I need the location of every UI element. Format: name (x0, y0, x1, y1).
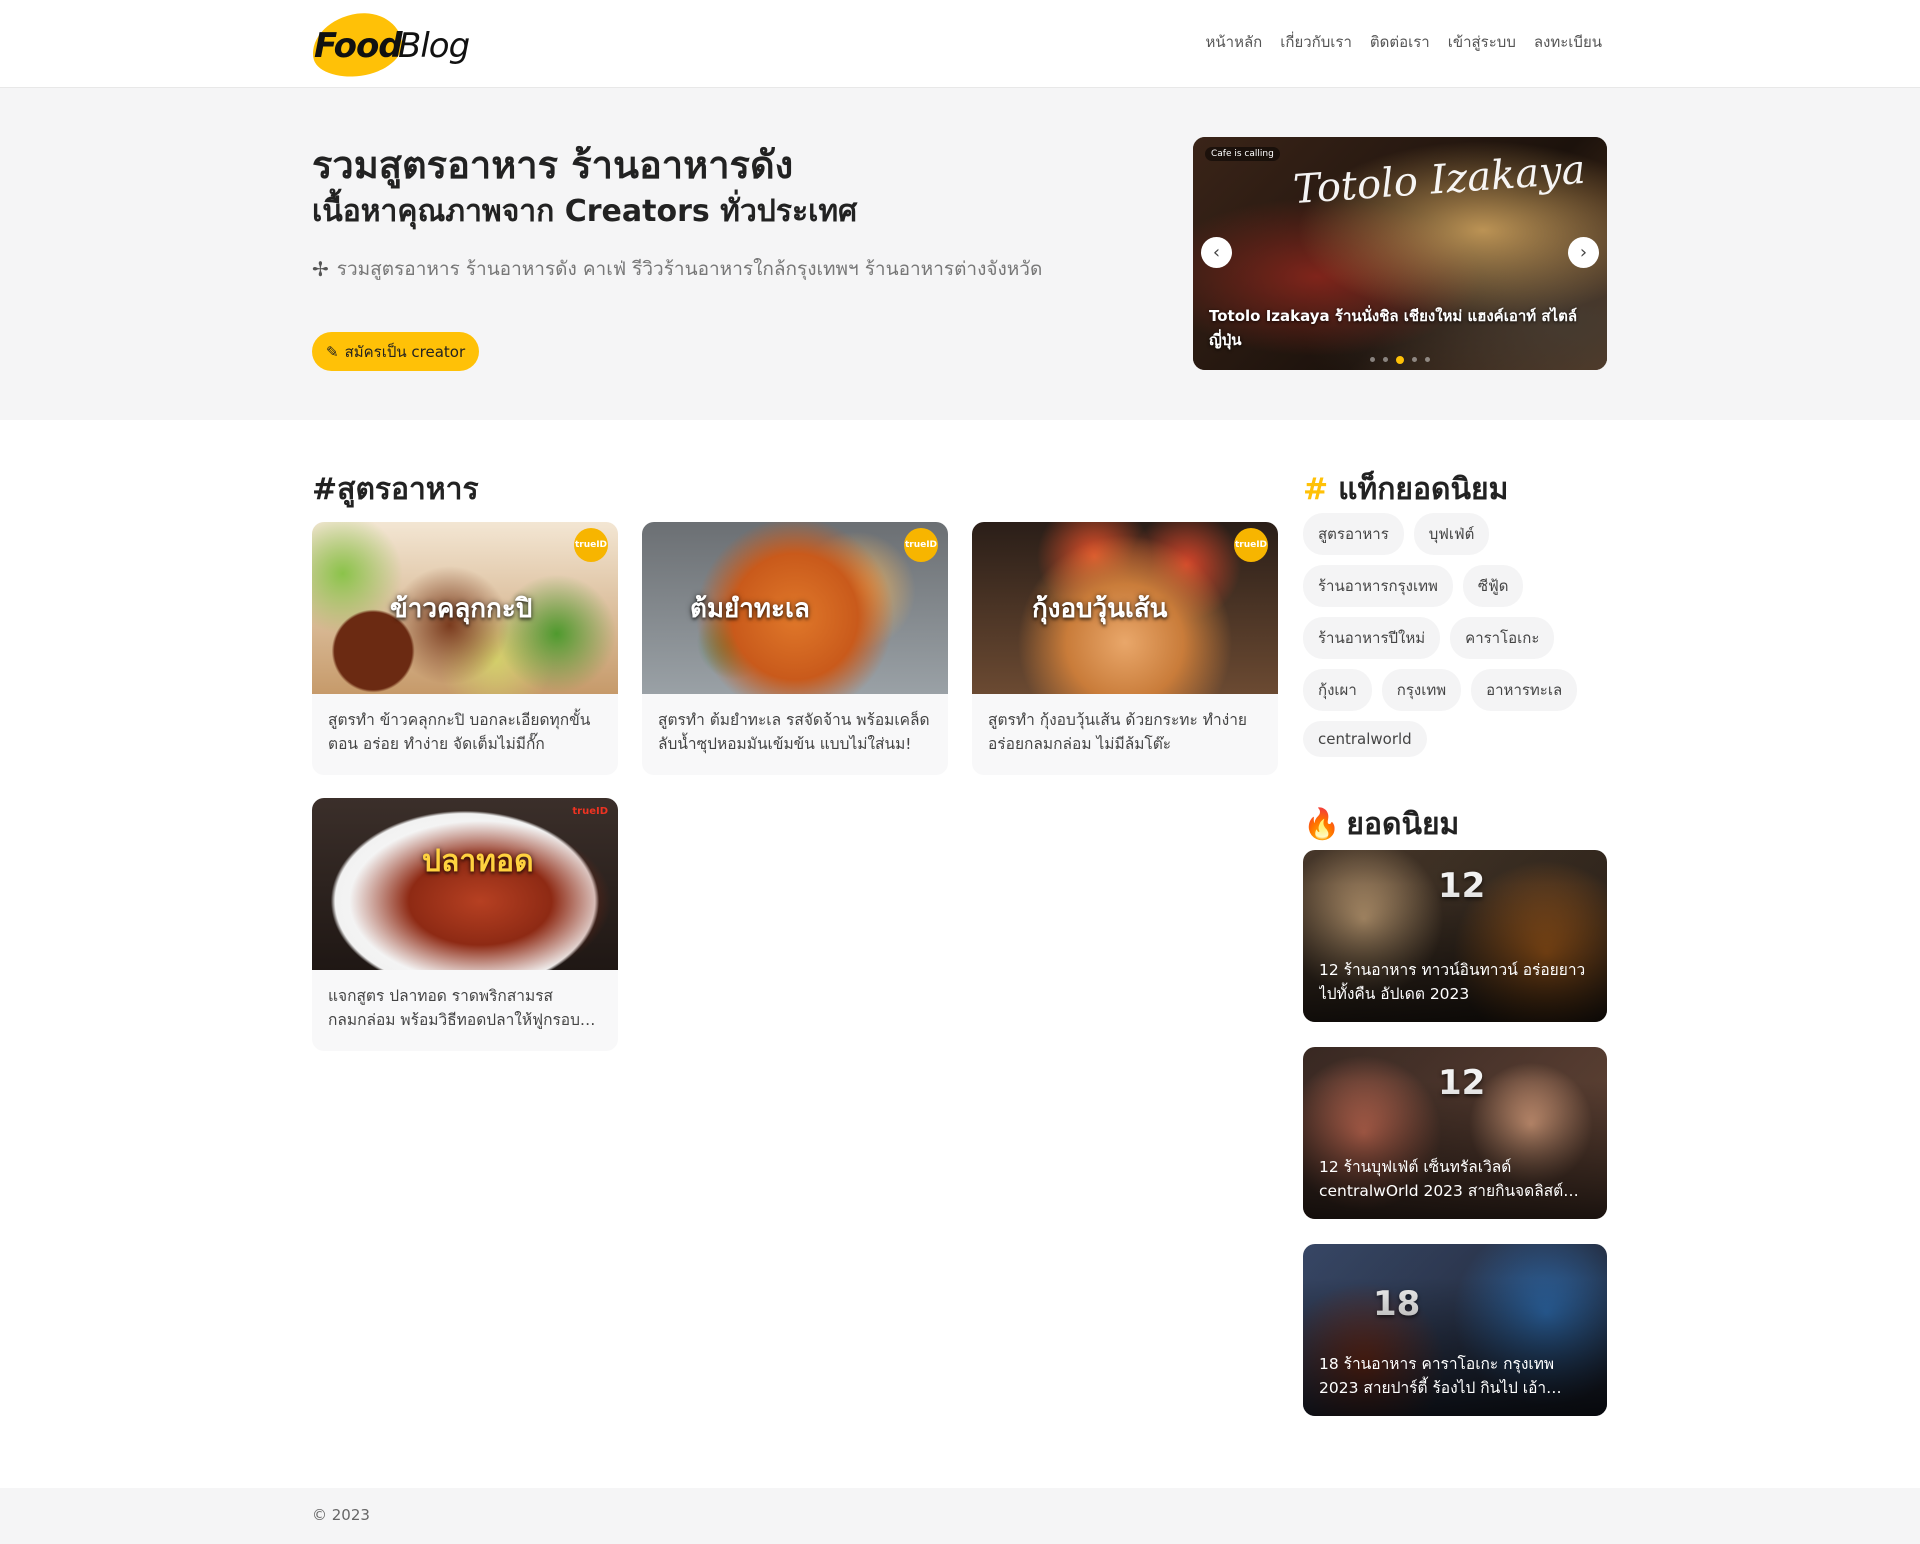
recipe-image-label: ข้าวคลุกกะปิ (390, 594, 533, 624)
recipes-section-title: #สูตรอาหาร (312, 472, 479, 507)
hero-description: ✢ รวมสูตรอาหาร ร้านอาหารดัง คาเฟ่ รีวิวร… (312, 254, 1042, 284)
recipe-image-label: ปลาทอด (422, 844, 534, 879)
recipe-card-image: กุ้งอบวุ้นเส้น trueID (972, 522, 1278, 694)
trueid-badge: trueID (1234, 528, 1268, 562)
featured-carousel[interactable]: Cafe is calling Totolo Izakaya Totolo Iz… (1193, 137, 1607, 370)
hero-section: รวมสูตรอาหาร ร้านอาหารดัง เนื้อหาคุณภาพจ… (0, 88, 1920, 420)
nav-home[interactable]: หน้าหลัก (1206, 30, 1263, 54)
hero-title: รวมสูตรอาหาร ร้านอาหารดัง (312, 143, 794, 187)
recipe-image-label: ต้มยำทะเล (690, 594, 810, 624)
hash-icon: # (1303, 472, 1329, 507)
nav-register[interactable]: ลงทะเบียน (1534, 30, 1602, 54)
copyright-text: © 2023 (312, 1506, 370, 1524)
tag-pill[interactable]: ร้านอาหารปีใหม่ (1303, 617, 1441, 659)
recipe-card-text: สูตรทำ กุ้งอบวุ้นเส้น ด้วยกระทะ ทำง่าย อ… (988, 711, 1248, 753)
recipe-card-image: ข้าวคลุกกะปิ trueID (312, 522, 618, 694)
recipe-card[interactable]: ต้มยำทะเล trueID สูตรทำ ต้มยำทะเล รสจัดจ… (642, 522, 948, 775)
recipe-card[interactable]: กุ้งอบวุ้นเส้น trueID สูตรทำ กุ้งอบวุ้นเ… (972, 522, 1278, 775)
recipe-card[interactable]: ปลาทอด trueID แจกสูตร ปลาทอด ราดพริกสามร… (312, 798, 618, 1051)
tag-pill[interactable]: ร้านอาหารกรุงเทพ (1303, 565, 1453, 607)
popular-item-text: 18 ร้านอาหาร คาราโอเกะ กรุงเทพ 2023 สายป… (1319, 1355, 1555, 1397)
popular-item[interactable]: 12 12 ร้านบุฟเฟ่ต์ เซ็นทรัลเวิลด์ centra… (1303, 1047, 1607, 1219)
carousel-tag: Cafe is calling (1205, 147, 1280, 161)
carousel-dot[interactable] (1396, 356, 1404, 364)
hero-description-text: รวมสูตรอาหาร ร้านอาหารดัง คาเฟ่ รีวิวร้า… (336, 258, 1043, 280)
trueid-badge: trueID (574, 528, 608, 562)
carousel-dot[interactable] (1425, 357, 1430, 362)
carousel-prev-button[interactable]: ‹ (1201, 237, 1232, 268)
recipe-card-text: สูตรทำ ข้าวคลุกกะปิ บอกละเอียดทุกขั้นตอน… (328, 711, 591, 753)
tag-pill[interactable]: ซีฟู้ด (1462, 565, 1524, 607)
site-header: Food Blog หน้าหลัก เกี่ยวกับเรา ติดต่อเร… (0, 0, 1920, 88)
become-creator-label: สมัครเป็น creator (344, 342, 466, 361)
carousel-caption: Totolo Izakaya ร้านนั่งชิล เชียงใหม่ แฮง… (1209, 307, 1578, 349)
popular-item[interactable]: 18 18 ร้านอาหาร คาราโอเกะ กรุงเทพ 2023 ส… (1303, 1244, 1607, 1416)
site-logo[interactable]: Food Blog (308, 8, 472, 82)
popular-item-text: 12 ร้านบุฟเฟ่ต์ เซ็นทรัลเวิลด์ centralwO… (1319, 1158, 1564, 1200)
pencil-icon: ✎ (326, 342, 339, 361)
nav-login[interactable]: เข้าสู่ระบบ (1448, 30, 1516, 54)
tags-section-title: # แท็กยอดนิยม (1303, 466, 1508, 513)
chevron-left-icon: ‹ (1212, 242, 1221, 263)
popular-title-text: ยอดนิยม (1346, 807, 1460, 842)
recipe-card-text: แจกสูตร ปลาทอด ราดพริกสามรส กลมกล่อม พร้… (328, 987, 580, 1029)
carousel-dot[interactable] (1383, 357, 1388, 362)
nav-contact[interactable]: ติดต่อเรา (1370, 30, 1430, 54)
tag-pill[interactable]: กรุงเทพ (1381, 669, 1462, 711)
tags-title-text: แท็กยอดนิยม (1338, 472, 1509, 507)
logo-word-food: Food (314, 26, 403, 66)
popular-item-text: 12 ร้านอาหาร ทาวน์อินทาวน์ อร่อยยาวไปทั้… (1319, 961, 1586, 1003)
nav-about[interactable]: เกี่ยวกับเรา (1280, 30, 1352, 54)
popular-section-title: 🔥 ยอดนิยม (1303, 801, 1459, 848)
fire-icon: 🔥 (1303, 807, 1341, 842)
carousel-dot[interactable] (1412, 357, 1417, 362)
carousel-dot[interactable] (1370, 357, 1375, 362)
logo-word-blog: Blog (398, 26, 470, 66)
main-nav: หน้าหลัก เกี่ยวกับเรา ติดต่อเรา เข้าสู่ร… (1206, 30, 1603, 54)
recipe-card-image: ต้มยำทะเล trueID (642, 522, 948, 694)
carousel-next-button[interactable]: › (1568, 237, 1599, 268)
tag-pill[interactable]: centralworld (1303, 721, 1427, 757)
site-footer: © 2023 (0, 1488, 1920, 1544)
recipe-card-text: สูตรทำ ต้มยำทะเล รสจัดจ้าน พร้อมเคล็ดลับ… (658, 711, 930, 753)
become-creator-button[interactable]: ✎ สมัครเป็น creator (312, 332, 480, 371)
hero-subtitle: เนื้อหาคุณภาพจาก Creators ทั่วประเทศ (312, 194, 858, 229)
tag-pill[interactable]: บุฟเฟ่ต์ (1413, 513, 1490, 555)
trueid-badge: trueID (572, 806, 608, 817)
recipe-card-image: ปลาทอด trueID (312, 798, 618, 970)
tag-pill[interactable]: อาหารทะเล (1471, 669, 1578, 711)
recipe-image-label: กุ้งอบวุ้นเส้น (1032, 594, 1168, 624)
tag-list: สูตรอาหาร บุฟเฟ่ต์ร้านอาหารกรุงเทพ ซีฟู้ดร… (1303, 513, 1609, 757)
chevron-right-icon: › (1579, 242, 1588, 263)
carousel-indicators (1193, 356, 1607, 364)
recipe-card[interactable]: ข้าวคลุกกะปิ trueID สูตรทำ ข้าวคลุกกะปิ … (312, 522, 618, 775)
tag-pill[interactable]: สูตรอาหาร (1303, 513, 1404, 555)
trueid-badge: trueID (904, 528, 938, 562)
flower-icon: ✢ (312, 257, 329, 281)
tag-pill[interactable]: คาราโอเกะ (1450, 617, 1555, 659)
popular-item[interactable]: 12 12 ร้านอาหาร ทาวน์อินทาวน์ อร่อยยาวไป… (1303, 850, 1607, 1022)
tag-pill[interactable]: กุ้งเผา (1303, 669, 1372, 711)
